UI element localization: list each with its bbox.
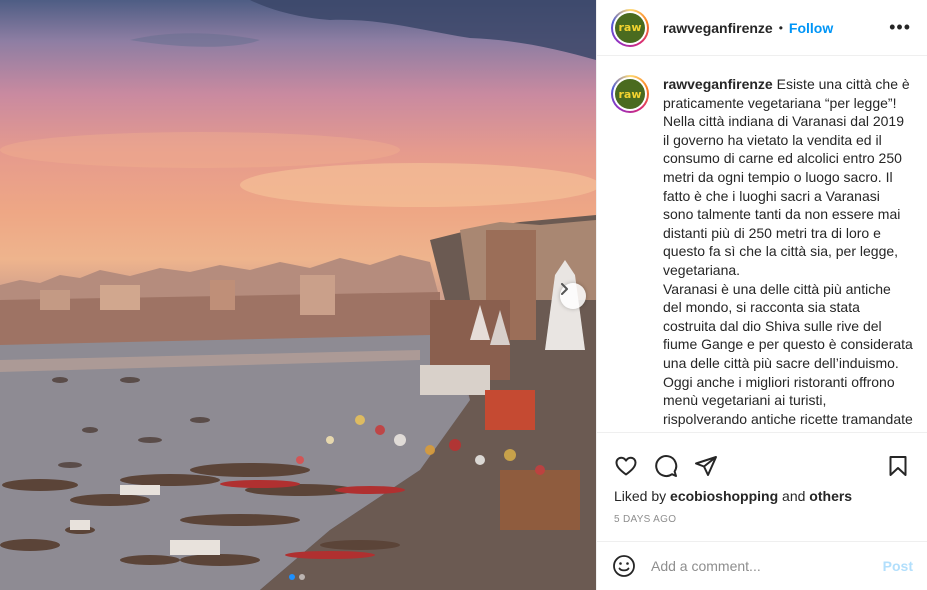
comment-button[interactable] [651,451,681,481]
action-bar [597,432,927,486]
avatar-logo: raw [615,79,645,109]
caption-text: rawveganfirenze Esiste una città che è p… [663,75,913,431]
post-panel: raw rawveganfirenze • Follow ••• raw raw… [596,0,927,590]
carousel-dot [289,574,295,580]
comment-icon [655,454,678,477]
avatar[interactable]: raw [611,75,649,113]
caption-username[interactable]: rawveganfirenze [663,76,773,92]
liked-prefix: Liked by [614,488,671,504]
comments-area[interactable]: raw rawveganfirenze Esiste una città che… [597,57,927,431]
follow-button[interactable]: Follow [789,20,833,36]
add-comment-bar: Post [597,541,927,590]
like-button[interactable] [611,451,641,481]
avatar[interactable]: raw [611,8,649,47]
post-date[interactable]: 5 DAYS AGO [614,514,676,525]
avatar-logo: raw [615,12,645,43]
share-button[interactable] [691,451,721,481]
save-button[interactable] [883,451,913,481]
more-options-icon[interactable]: ••• [889,17,911,38]
post-comment-button[interactable]: Post [883,558,913,574]
heart-icon [615,456,637,475]
caption-body: Esiste una città che è praticamente vege… [663,76,913,431]
liked-and: and [778,488,810,504]
post-image[interactable] [0,0,596,590]
chevron-right-icon [561,283,568,295]
post-header: raw rawveganfirenze • Follow ••• [597,0,927,56]
emoji-icon [613,555,635,577]
varanasi-ghats-illustration [0,0,596,590]
caption: raw rawveganfirenze Esiste una città che… [611,75,913,431]
comment-input[interactable] [651,558,871,574]
bookmark-icon [889,455,907,476]
carousel-dot [299,574,305,580]
username-link[interactable]: rawveganfirenze [663,20,773,36]
liked-user-link[interactable]: ecobioshopping [670,488,778,504]
liked-others-link[interactable]: others [809,488,852,504]
emoji-button[interactable] [611,553,637,579]
likes-summary: Liked by ecobioshopping and others [614,488,852,504]
carousel-indicator [289,574,305,580]
share-icon [695,455,717,476]
next-slide-button[interactable] [560,283,586,309]
separator-dot: • [778,20,783,35]
